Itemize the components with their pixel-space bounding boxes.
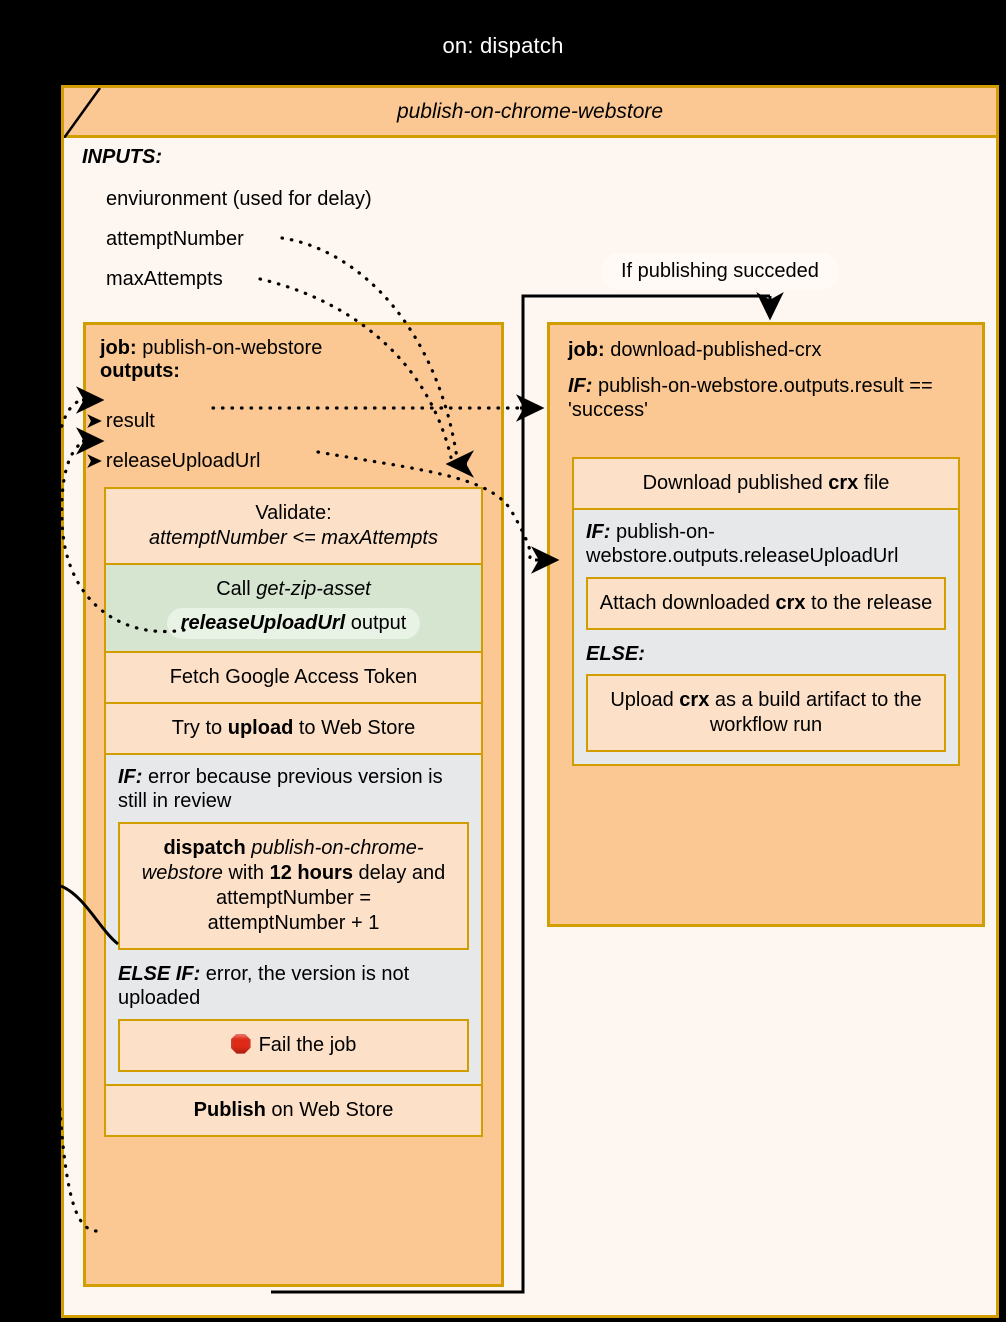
step-dispatch-keyword: dispatch	[163, 836, 246, 859]
step-call-action-name: get-zip-asset	[256, 578, 371, 600]
job-right-title-name: download-published-crx	[610, 339, 822, 361]
step-publish-post: on Web Store	[265, 1098, 394, 1121]
step-attach-pre: Attach downloaded	[599, 591, 776, 614]
job-right-title-prefix: job:	[568, 339, 605, 361]
job-left-steps: Validate: attemptNumber <= maxAttempts C…	[104, 487, 483, 1137]
step-download-crx: Download published crx file	[572, 457, 960, 510]
input-item-environment: enviuronment (used for delay)	[106, 188, 372, 210]
step-upload-artifact-post: as a build artifact to the workflow run	[709, 689, 922, 737]
conditional-elseif-label: ELSE IF: error, the version is not uploa…	[118, 962, 469, 1011]
job-publish-on-webstore: job: publish-on-webstore outputs: ➤ resu…	[83, 322, 504, 1287]
step-try-upload-pre: Try to	[171, 717, 228, 739]
input-item-attemptnumber: attemptNumber	[106, 228, 244, 250]
output-arrow-icon: ➤	[86, 411, 102, 432]
step-fetch-google-access-token: Fetch Google Access Token	[104, 651, 483, 704]
step-fail-the-job: Fail the job	[118, 1018, 469, 1072]
job-right-steps: Download published crx file IF: publish-…	[572, 457, 960, 767]
job-left-title: job: publish-on-webstore	[86, 337, 501, 360]
right-conditional-if-keyword: IF:	[586, 521, 611, 543]
diagram-canvas: on: dispatch publish-on-chrome-webstore …	[0, 0, 1006, 1322]
conditional-elseif-keyword: ELSE IF:	[118, 962, 201, 985]
conditional-release-upload-url: IF: publish-on-webstore.outputs.releaseU…	[572, 508, 960, 767]
step-call-output-name: releaseUploadUrl	[180, 612, 346, 634]
conditional-if-text: error because previous version is still …	[118, 766, 443, 813]
step-validate: Validate: attemptNumber <= maxAttempts	[104, 487, 483, 565]
step-validate-line1: Validate:	[255, 502, 332, 524]
workflow-header: publish-on-chrome-webstore	[64, 88, 996, 138]
step-call-get-zip-asset: Call get-zip-asset releaseUploadUrl outp…	[104, 563, 483, 653]
right-conditional-else-keyword: ELSE:	[586, 642, 645, 665]
step-upload-artifact-bold: crx	[679, 689, 710, 712]
conditional-if-label: IF: error because previous version is st…	[118, 765, 469, 814]
step-download-crx-pre: Download published	[642, 472, 829, 494]
job-output-releaseuploadurl: ➤ releaseUploadUrl	[86, 450, 260, 473]
step-fail-the-job-label: Fail the job	[258, 1033, 357, 1056]
step-attach-post: to the release	[805, 591, 933, 614]
job-right-if-text: publish-on-webstore.outputs.result == 's…	[568, 375, 933, 422]
step-dispatch-line-3: attemptNumber =	[215, 886, 372, 909]
step-download-crx-post: file	[858, 472, 890, 494]
job-output-result-label: result	[105, 410, 155, 432]
step-dispatch-mid: with	[222, 861, 270, 884]
job-output-result: ➤ result	[86, 410, 155, 433]
step-fetch-token-label: Fetch Google Access Token	[169, 666, 418, 688]
output-arrow-icon: ➤	[86, 451, 102, 472]
job-right-if-condition: IF: publish-on-webstore.outputs.result =…	[550, 374, 982, 423]
edge-label-publish-succeeded: If publishing succeded	[601, 253, 839, 290]
job-right-if-keyword: IF:	[568, 375, 593, 397]
right-conditional-if-text: publish-on-webstore.outputs.releaseUploa…	[586, 521, 899, 568]
step-download-crx-bold: crx	[828, 472, 859, 494]
job-output-releaseuploadurl-label: releaseUploadUrl	[105, 450, 261, 472]
job-right-title: job: download-published-crx	[550, 339, 982, 362]
step-try-upload: Try to upload to Web Store	[104, 702, 483, 755]
step-try-upload-bold: upload	[227, 717, 294, 739]
step-publish-on-web-store: Publish on Web Store	[104, 1083, 483, 1137]
step-validate-line2: attemptNumber <= maxAttempts	[148, 527, 438, 549]
step-upload-artifact-pre: Upload	[610, 689, 680, 712]
step-call-output-suffix: output	[345, 612, 407, 634]
step-dispatch-line-4: attemptNumber + 1	[207, 911, 380, 934]
job-download-published-crx: job: download-published-crx IF: publish-…	[547, 322, 985, 927]
step-dispatch-line-1: dispatch publish-on-chrome-webstore with…	[130, 836, 457, 886]
step-publish-bold: Publish	[193, 1098, 266, 1121]
job-left-title-prefix: job:	[100, 337, 137, 359]
right-conditional-if-label: IF: publish-on-webstore.outputs.releaseU…	[586, 520, 946, 569]
step-call-line: Call get-zip-asset	[116, 577, 471, 602]
step-upload-crx-artifact: Upload crx as a build artifact to the wo…	[586, 674, 946, 753]
step-call-prefix: Call	[216, 578, 257, 600]
job-left-title-name: publish-on-webstore	[142, 337, 323, 359]
inputs-heading: INPUTS:	[82, 146, 162, 168]
conditional-review-error: IF: error because previous version is st…	[104, 753, 483, 1086]
trigger-label: on: dispatch	[442, 33, 564, 58]
step-dispatch-post: delay and	[352, 861, 446, 884]
right-conditional-else-label: ELSE:	[586, 642, 946, 666]
step-attach-crx-to-release: Attach downloaded crx to the release	[586, 576, 946, 630]
step-try-upload-post: to Web Store	[293, 717, 416, 739]
workflow-title: publish-on-chrome-webstore	[396, 99, 664, 123]
step-dispatch-delay: 12 hours	[269, 861, 353, 884]
stop-octagon-icon	[230, 1033, 251, 1054]
step-call-output-pill: releaseUploadUrl output	[166, 608, 421, 639]
workflow-frame: publish-on-chrome-webstore INPUTS: enviu…	[61, 85, 999, 1318]
step-dispatch-retry: dispatch publish-on-chrome-webstore with…	[118, 821, 469, 950]
conditional-if-keyword: IF:	[118, 766, 143, 788]
step-attach-bold: crx	[775, 591, 806, 614]
job-left-outputs-heading: outputs:	[100, 360, 180, 382]
input-item-maxattempts: maxAttempts	[106, 268, 223, 290]
corner-slash-decoration	[64, 88, 124, 138]
